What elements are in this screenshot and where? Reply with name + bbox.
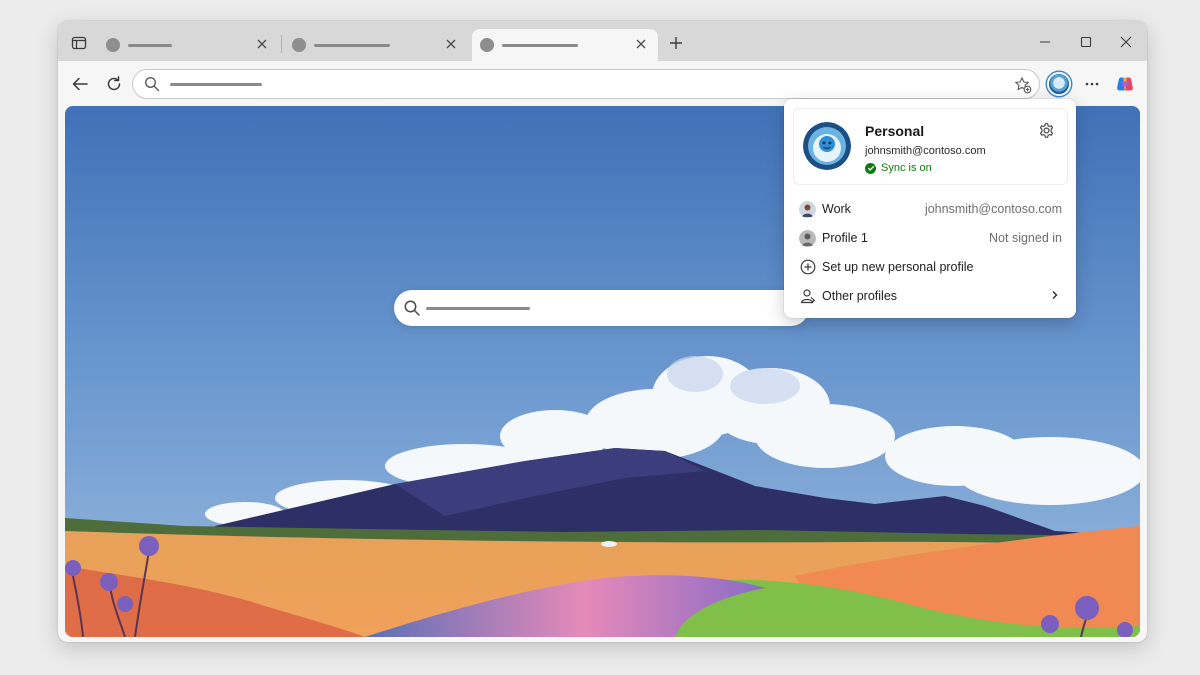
profile-avatar [803, 122, 851, 170]
profile-1-avatar [799, 229, 816, 247]
ntp-search-box[interactable] [394, 290, 809, 326]
chevron-right-icon [1050, 289, 1060, 303]
profile-flyout: Personal johnsmith@contoso.com Sync is o… [784, 99, 1076, 318]
search-icon [144, 76, 160, 92]
close-window-icon[interactable] [1117, 33, 1135, 51]
profile-avatar-button[interactable] [1047, 72, 1071, 96]
close-tab-icon[interactable] [634, 37, 648, 51]
other-profiles-item[interactable]: Other profiles [784, 283, 1076, 309]
tab-favicon [292, 38, 306, 52]
sync-status-text: Sync is on [881, 162, 932, 174]
tab-strip [58, 21, 1147, 61]
people-icon [799, 288, 816, 305]
profile-item-label: Profile 1 [822, 231, 868, 245]
tab-title-placeholder [128, 43, 172, 47]
profile-name: Personal [865, 123, 925, 139]
back-arrow-icon[interactable] [69, 73, 91, 95]
setup-new-profile-item[interactable]: Set up new personal profile [784, 254, 1076, 280]
sync-status: Sync is on [865, 162, 932, 174]
close-tab-icon[interactable] [444, 37, 458, 51]
address-bar[interactable] [132, 69, 1040, 99]
copilot-icon[interactable] [1114, 73, 1136, 95]
tab[interactable] [98, 29, 279, 61]
more-icon[interactable] [1081, 73, 1103, 95]
minimize-icon[interactable] [1036, 33, 1054, 51]
other-profiles-label: Other profiles [822, 289, 898, 303]
profile-item-profile-1[interactable]: Profile 1 Not signed in [784, 225, 1076, 251]
gear-icon[interactable] [1037, 121, 1055, 139]
plus-icon[interactable] [667, 34, 685, 52]
tab-actions-icon[interactable] [68, 32, 90, 54]
profile-email: johnsmith@contoso.com [865, 145, 986, 157]
tab-favicon [106, 38, 120, 52]
tab-title-placeholder [502, 43, 578, 47]
refresh-icon[interactable] [103, 73, 125, 95]
address-text-placeholder [170, 83, 262, 86]
search-text-placeholder [426, 307, 530, 310]
tab[interactable] [284, 29, 468, 61]
maximize-icon[interactable] [1077, 33, 1095, 51]
work-profile-avatar [799, 200, 816, 218]
star-add-icon[interactable] [1013, 75, 1033, 95]
profile-item-work[interactable]: Work johnsmith@contoso.com [784, 196, 1076, 222]
plus-circle-icon [799, 259, 816, 276]
search-icon [404, 300, 420, 316]
check-circle-icon [865, 162, 876, 174]
tab-favicon [480, 38, 494, 52]
profile-item-label: Work [822, 202, 851, 216]
setup-profile-label: Set up new personal profile [822, 260, 974, 274]
tab-separator [281, 35, 282, 53]
tab-title-placeholder [314, 43, 390, 47]
profile-item-detail: johnsmith@contoso.com [924, 202, 1062, 216]
close-tab-icon[interactable] [255, 37, 269, 51]
profile-item-detail: Not signed in [989, 231, 1062, 245]
current-profile-card[interactable]: Personal johnsmith@contoso.com Sync is o… [793, 108, 1068, 185]
tab-active[interactable] [472, 29, 658, 61]
